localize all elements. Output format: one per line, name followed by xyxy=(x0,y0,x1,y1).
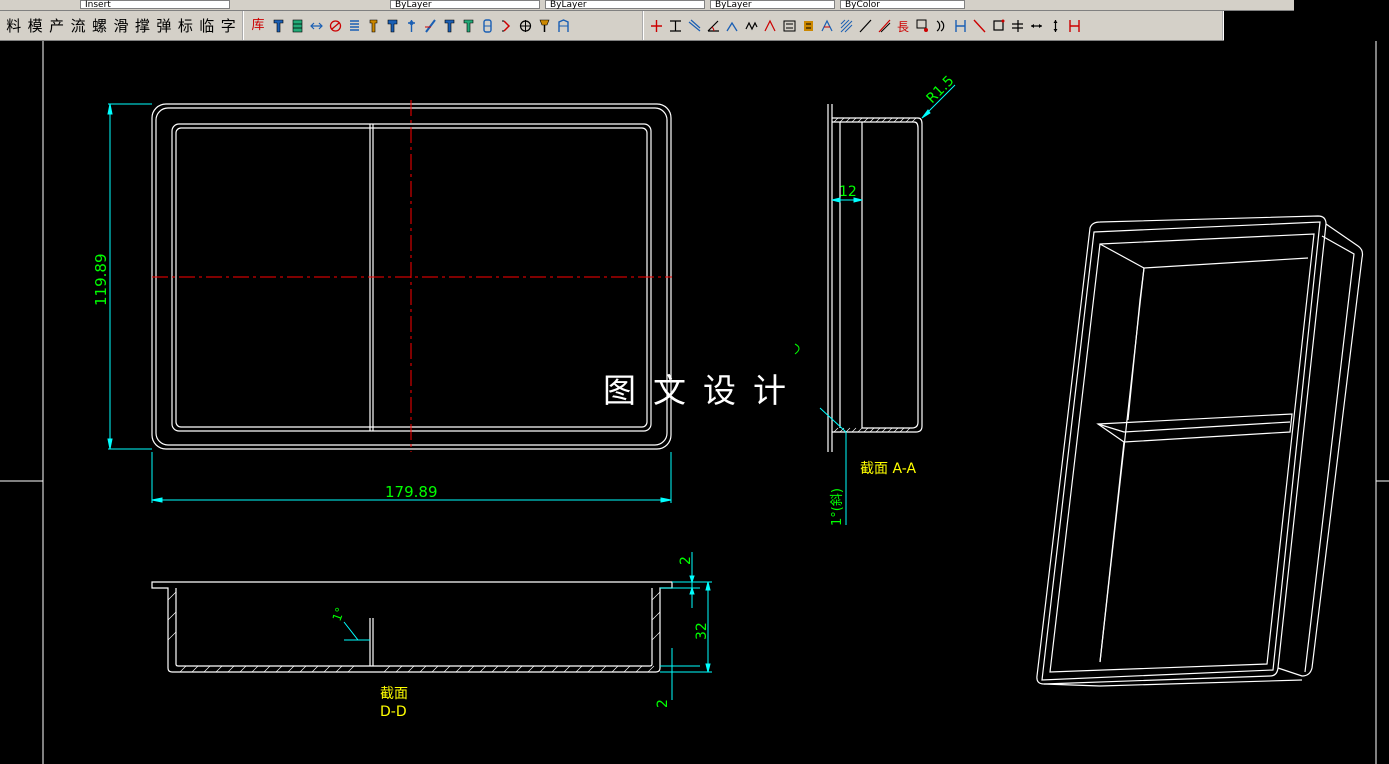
hatch-icon[interactable] xyxy=(837,15,856,37)
dowel-icon[interactable] xyxy=(459,15,478,37)
isometric-view xyxy=(1036,215,1364,687)
drawing-canvas[interactable]: 119.89 179.89 R1.5 12 1°(斜) 截面 A-A 2 32 … xyxy=(0,41,1389,764)
arc-dim-icon[interactable] xyxy=(932,15,951,37)
section-aa-arc-mark xyxy=(794,343,800,355)
plan-dimensions xyxy=(107,103,672,503)
plate-stack-icon[interactable] xyxy=(288,15,307,37)
v-arrow-icon[interactable] xyxy=(1046,15,1065,37)
cooling-icon[interactable] xyxy=(497,15,516,37)
leader-icon[interactable] xyxy=(761,15,780,37)
tolerance-icon[interactable] xyxy=(742,15,761,37)
ejector-pin-icon[interactable] xyxy=(269,15,288,37)
offset-icon[interactable] xyxy=(875,15,894,37)
section-aa-draft-label: 1°(斜) xyxy=(830,488,845,526)
screw-button[interactable]: 螺 xyxy=(89,15,110,37)
spring-icon[interactable] xyxy=(345,15,364,37)
section-dd-title-2: D-D xyxy=(380,704,407,720)
section-dd-hatch xyxy=(167,591,661,673)
gate-icon[interactable] xyxy=(326,15,345,37)
plan-centerlines xyxy=(152,100,672,452)
dimension-group: 長 xyxy=(644,11,1224,40)
sprue-icon[interactable] xyxy=(402,15,421,37)
lineweight-combo[interactable]: ByColor xyxy=(840,0,965,10)
layer-combo[interactable]: ByLayer xyxy=(390,0,540,10)
plan-width-dim: 179.89 xyxy=(385,483,438,501)
mold-parts-group: 库 xyxy=(244,11,644,40)
text-button[interactable]: 字 xyxy=(218,15,239,37)
runner-button[interactable]: 流 xyxy=(67,15,88,37)
temporary-button[interactable]: 临 xyxy=(196,15,217,37)
baseline-dim-icon[interactable] xyxy=(780,15,799,37)
angle-dim-icon[interactable] xyxy=(704,15,723,37)
linetype-combo[interactable]: ByLayer xyxy=(710,0,835,10)
section-aa xyxy=(827,104,923,452)
watermark: 图文设计 xyxy=(603,371,803,410)
library-button[interactable]: 库 xyxy=(247,15,269,37)
section-aa-hatch xyxy=(833,117,917,433)
line-icon[interactable] xyxy=(856,15,875,37)
box-icon[interactable] xyxy=(989,15,1008,37)
slanted-pin-icon[interactable] xyxy=(421,15,440,37)
h-extent-icon[interactable] xyxy=(1065,15,1084,37)
mold-tools-group: 料 模 产 流 螺 滑 撑 弹 标 临 字 xyxy=(0,11,244,40)
nozzle-icon[interactable] xyxy=(535,15,554,37)
support-button[interactable]: 撑 xyxy=(132,15,153,37)
product-button[interactable]: 产 xyxy=(46,15,67,37)
section-aa-wall-dim: 12 xyxy=(839,184,857,200)
material-button[interactable]: 料 xyxy=(3,15,24,37)
color-combo[interactable]: ByLayer xyxy=(545,0,705,10)
standard-button[interactable]: 标 xyxy=(175,15,196,37)
svg-text:長: 長 xyxy=(897,20,909,33)
aligned-dim-icon[interactable] xyxy=(685,15,704,37)
plan-height-dim: 119.89 xyxy=(92,254,110,307)
guide-icon[interactable] xyxy=(307,15,326,37)
bolt-icon[interactable] xyxy=(364,15,383,37)
diagonal-icon[interactable] xyxy=(970,15,989,37)
chamfer-dim-icon[interactable] xyxy=(723,15,742,37)
section-aa-radius-dim: R1.5 xyxy=(924,73,958,107)
h-arrow-icon[interactable] xyxy=(1027,15,1046,37)
section-dd-draft-label: 1° xyxy=(330,605,348,623)
main-toolbar: 料 模 产 流 螺 滑 撑 弹 标 临 字 库 長 xyxy=(0,11,1224,41)
fraction-icon[interactable] xyxy=(1008,15,1027,37)
balloon-icon[interactable] xyxy=(913,15,932,37)
support-pillar-icon[interactable] xyxy=(383,15,402,37)
stop-pin-icon[interactable] xyxy=(440,15,459,37)
slider-button[interactable]: 滑 xyxy=(110,15,131,37)
insert-combo[interactable]: Insert xyxy=(80,0,230,10)
mold-button[interactable]: 模 xyxy=(24,15,45,37)
section-aa-title: 截面 A-A xyxy=(860,461,916,477)
section-dd-title-1: 截面 xyxy=(380,686,408,702)
cross-icon[interactable] xyxy=(647,15,666,37)
vertical-dim-icon[interactable] xyxy=(666,15,685,37)
length-icon[interactable]: 長 xyxy=(894,15,913,37)
section-dd xyxy=(151,581,673,673)
target-icon[interactable] xyxy=(516,15,535,37)
frame-icon[interactable] xyxy=(554,15,573,37)
spring-button[interactable]: 弹 xyxy=(153,15,174,37)
ordinate-dim-icon[interactable] xyxy=(799,15,818,37)
continue-dim-icon[interactable] xyxy=(818,15,837,37)
section-dd-dims xyxy=(343,552,712,700)
ring-icon[interactable] xyxy=(478,15,497,37)
section-dd-top-dim: 2 xyxy=(678,556,694,565)
section-dd-bottom-dim: 2 xyxy=(655,699,671,708)
h-dim-icon[interactable] xyxy=(951,15,970,37)
section-dd-depth-dim: 32 xyxy=(694,622,710,640)
properties-toolbar: Insert ByLayer ByLayer ByLayer ByColor xyxy=(0,0,1294,11)
